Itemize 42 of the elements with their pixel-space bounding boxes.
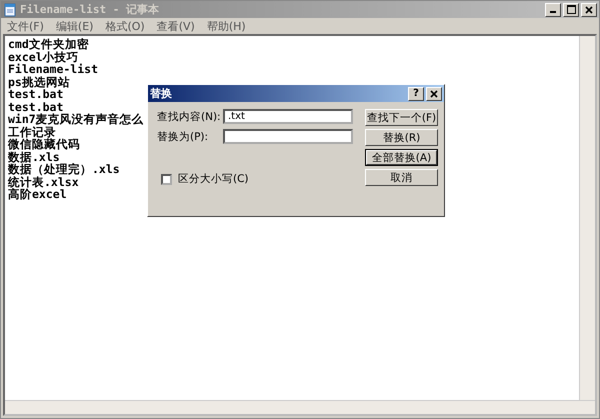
close-button[interactable] — [581, 2, 597, 16]
find-field[interactable]: .txt — [223, 109, 353, 124]
menu-item[interactable]: 帮助(H) — [206, 18, 246, 34]
notepad-icon — [3, 2, 17, 16]
maximize-button[interactable] — [563, 2, 579, 16]
minimize-icon — [550, 11, 556, 13]
dialog-button[interactable]: 取消 — [365, 169, 438, 186]
match-case-label: 区分大小写(C) — [178, 172, 249, 186]
help-button[interactable]: ? — [408, 86, 424, 100]
text-line: 高阶excel — [8, 188, 67, 200]
menu-item[interactable]: 格式(O) — [105, 18, 145, 34]
minimize-button[interactable] — [545, 2, 561, 16]
text-line: 工作记录 — [8, 126, 56, 138]
text-line: Filename-list — [8, 63, 98, 76]
close-icon — [585, 6, 593, 14]
menu-item[interactable]: 查看(V) — [156, 18, 195, 34]
text-line: 数据（处理完）.xls — [8, 163, 120, 176]
match-case-checkbox[interactable] — [161, 174, 172, 184]
text-line: win7麦克风没有声音怎么 — [8, 113, 144, 126]
dialog-button[interactable]: 全部替换(A) — [365, 149, 438, 166]
find-label: 查找内容(N): — [157, 110, 222, 124]
text-line: excel小技巧 — [8, 50, 79, 63]
close-button[interactable] — [426, 86, 442, 100]
dialog-button[interactable]: 替换(R) — [365, 129, 438, 146]
text-line: test.bat — [8, 100, 64, 113]
dialog-title: 替换 — [150, 86, 172, 101]
dialog-button[interactable]: 查找下一个(F) — [365, 109, 438, 126]
text-line: ps挑选网站 — [8, 76, 70, 88]
text-line: cmd文件夹加密 — [8, 38, 89, 50]
close-icon — [430, 90, 438, 98]
menu-item[interactable]: 文件(F) — [7, 18, 44, 34]
text-line: 微信隐藏代码 — [8, 138, 80, 150]
replace-field[interactable] — [223, 129, 353, 144]
maximize-icon — [566, 5, 576, 14]
text-line: 数据.xls — [8, 150, 60, 163]
text-line: test.bat — [8, 88, 64, 100]
menu-item[interactable]: 编辑(E) — [56, 18, 94, 34]
replace-label: 替换为(P): — [157, 130, 210, 144]
vertical-scrollbar[interactable] — [579, 36, 595, 400]
horizontal-scrollbar[interactable] — [5, 400, 595, 414]
text-line: 统计表.xlsx — [8, 176, 79, 188]
window-title: Filename-list - 记事本 — [20, 2, 160, 17]
